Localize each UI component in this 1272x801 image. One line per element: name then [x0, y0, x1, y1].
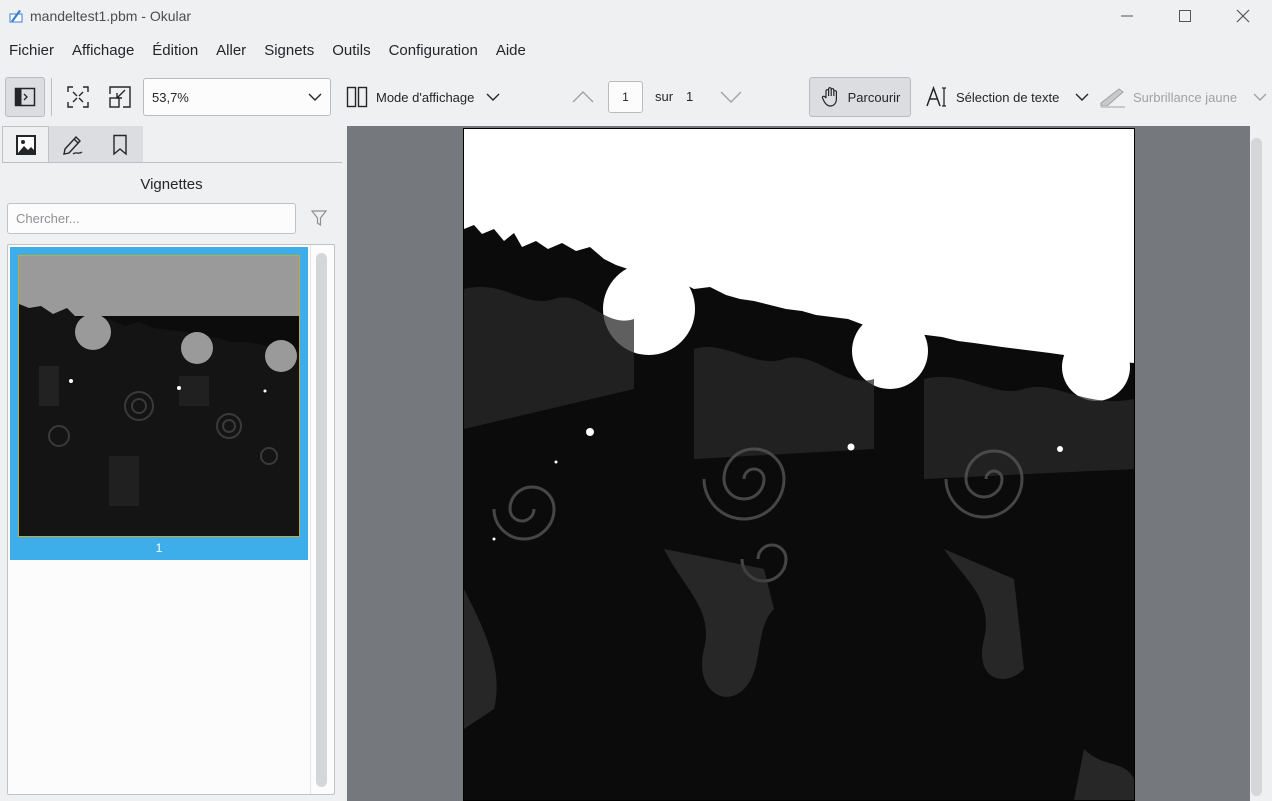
fit-page-icon	[67, 86, 89, 108]
window-title: mandeltest1.pbm - Okular	[30, 8, 192, 24]
thumbnail-item[interactable]: 1	[10, 247, 308, 560]
highlight-label: Surbrillance jaune	[1133, 89, 1238, 105]
menu-aide[interactable]: Aide	[487, 36, 535, 66]
main-toolbar: 53,7% Mode d'affichage 1 sur 1 Parcourir…	[0, 72, 1272, 122]
chevron-down-icon	[720, 91, 742, 103]
chevron-down-icon	[486, 90, 500, 104]
pen-icon	[62, 135, 82, 155]
filter-icon	[310, 210, 328, 227]
zoom-fit-icon	[109, 86, 131, 108]
sidebar-panel-icon	[14, 87, 36, 107]
minimize-icon	[1121, 15, 1133, 17]
browse-tool-button[interactable]: Parcourir	[809, 77, 911, 117]
sidebar-toggle-button[interactable]	[5, 77, 45, 117]
maximize-icon	[1179, 10, 1191, 22]
fit-page-button[interactable]	[62, 82, 94, 112]
sidebar-title: Vignettes	[140, 176, 203, 193]
toolbar-separator	[51, 78, 52, 116]
thumbnail-search-input[interactable]	[7, 203, 296, 234]
image-icon	[15, 135, 36, 155]
previous-page-button[interactable]	[570, 84, 596, 110]
view-mode-button[interactable]: Mode d'affichage	[346, 82, 500, 112]
page-total-label: 1	[686, 89, 694, 104]
mandelbrot-image	[464, 129, 1134, 800]
okular-app-icon	[8, 8, 24, 24]
zoom-combobox[interactable]: 53,7%	[143, 78, 331, 116]
page-of-label: sur	[655, 89, 674, 104]
chevron-down-icon	[1075, 90, 1089, 104]
tabs-divider	[2, 162, 342, 163]
chevron-up-icon	[572, 91, 594, 103]
tab-annotations[interactable]	[49, 126, 96, 163]
sidebar-tabs	[2, 126, 143, 163]
tab-thumbnails[interactable]	[2, 126, 49, 163]
fit-width-button[interactable]	[104, 82, 136, 112]
highlighter-icon	[1100, 88, 1125, 108]
view-mode-icon	[346, 86, 368, 108]
menu-affichage[interactable]: Affichage	[63, 36, 143, 66]
chevron-down-icon	[308, 90, 322, 107]
filter-button[interactable]	[310, 209, 328, 230]
menu-outils[interactable]: Outils	[323, 36, 379, 66]
menu-aller[interactable]: Aller	[207, 36, 255, 66]
viewer-scrollbar[interactable]	[1251, 138, 1262, 796]
text-selection-label: Sélection de texte	[956, 89, 1060, 105]
zoom-value: 53,7%	[152, 89, 189, 105]
close-icon	[1236, 9, 1250, 23]
menu-bar: Fichier Affichage Édition Aller Signets …	[0, 36, 535, 66]
document-viewer[interactable]	[347, 126, 1272, 801]
thumbnail-page-label: 1	[155, 541, 163, 555]
menu-edition[interactable]: Édition	[143, 36, 207, 66]
chevron-down-icon	[1253, 90, 1267, 104]
document-page	[463, 128, 1135, 801]
menu-signets[interactable]: Signets	[255, 36, 323, 66]
text-selection-button[interactable]: Sélection de texte	[926, 82, 1089, 112]
hand-icon	[821, 87, 837, 107]
title-bar: mandeltest1.pbm - Okular	[0, 0, 1272, 32]
thumbnail-scroll-track	[310, 245, 311, 794]
page-number-input[interactable]: 1	[608, 81, 643, 113]
menu-configuration[interactable]: Configuration	[380, 36, 487, 66]
browse-label: Parcourir	[847, 89, 901, 105]
thumbnail-list: 1	[7, 244, 335, 795]
next-page-button[interactable]	[718, 84, 744, 110]
close-button[interactable]	[1214, 0, 1272, 32]
menu-fichier[interactable]: Fichier	[0, 36, 63, 66]
bookmark-icon	[112, 134, 127, 155]
thumbnail-scrollbar[interactable]	[316, 253, 327, 787]
highlight-button[interactable]: Surbrillance jaune	[1099, 82, 1267, 112]
text-select-icon	[926, 86, 946, 107]
thumbnail-image	[18, 255, 300, 537]
view-mode-label: Mode d'affichage	[376, 89, 475, 105]
maximize-button[interactable]	[1156, 0, 1214, 32]
minimize-button[interactable]	[1098, 0, 1156, 32]
tab-bookmarks[interactable]	[96, 126, 143, 163]
sidebar: Vignettes Chercher... 1	[0, 126, 343, 801]
